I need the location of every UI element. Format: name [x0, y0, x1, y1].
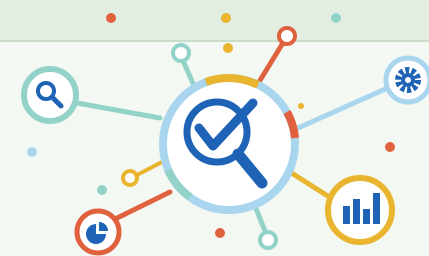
illustration-canvas [0, 0, 429, 256]
connector-right [295, 83, 395, 131]
connector-bottom-right [287, 169, 337, 203]
network-illustration [21, 13, 429, 256]
decor-dot-top-mid [221, 13, 231, 23]
connector-left [74, 100, 163, 121]
connector-bottom-left [106, 189, 173, 225]
decor-dot-top-right [331, 13, 341, 23]
ring-node-small-left [121, 169, 139, 187]
decor-dot-center-right [298, 103, 304, 109]
decor-dot-mid-left [27, 147, 37, 157]
ring-node-top-right [277, 26, 297, 46]
decor-dot-top-left [106, 13, 116, 23]
decor-dot-lower-left [97, 185, 107, 195]
decor-dot-right [385, 142, 395, 152]
search-node [21, 66, 79, 124]
ring-node-bottom [258, 230, 278, 250]
ring-node-top-left [171, 43, 191, 63]
connector-small-left [133, 160, 164, 178]
decor-dot-bottom [215, 228, 225, 238]
decor-dot-top-small [223, 43, 233, 53]
